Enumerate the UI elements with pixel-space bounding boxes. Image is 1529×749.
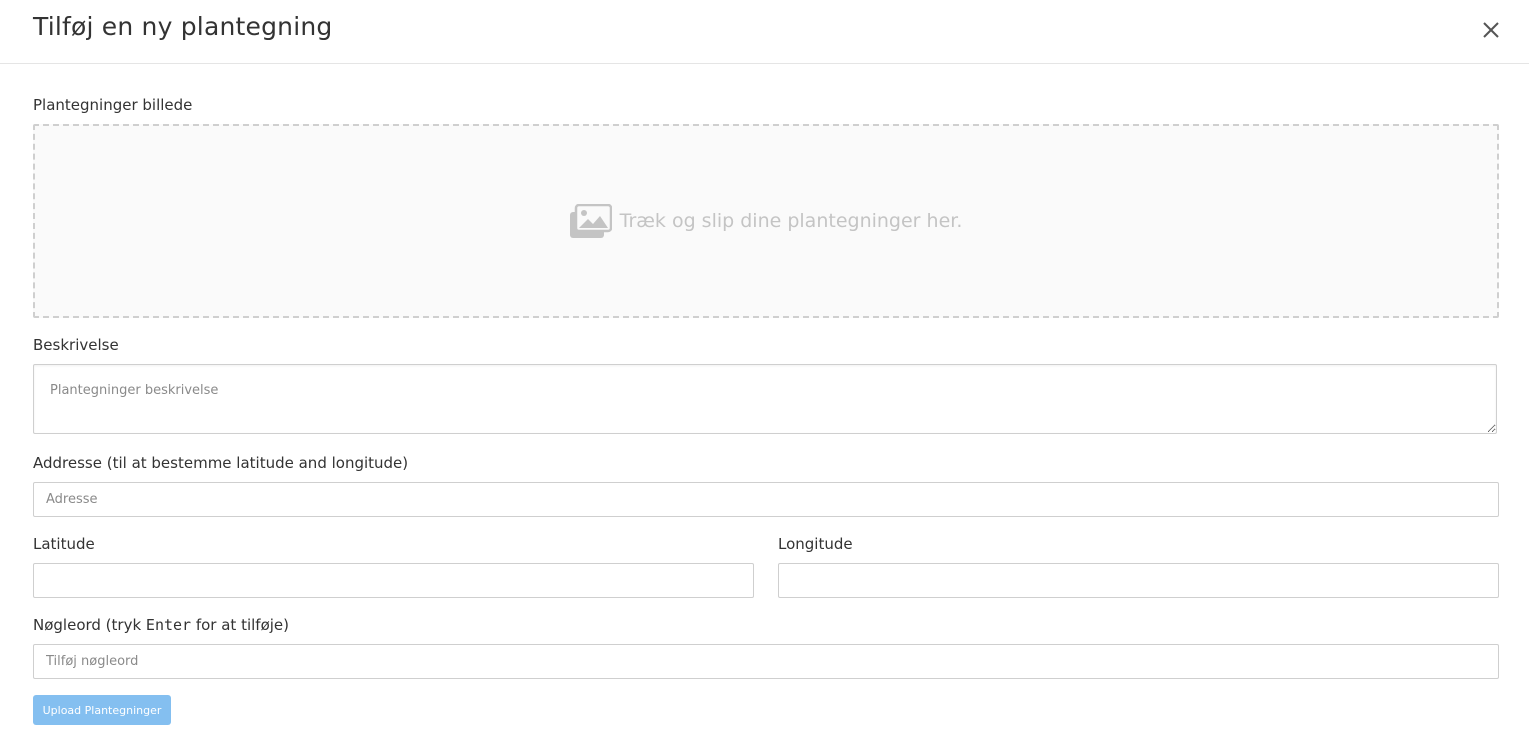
description-label: Beskrivelse bbox=[33, 336, 119, 354]
keywords-label-suffix: for at tilføje) bbox=[191, 616, 290, 634]
images-icon bbox=[569, 204, 612, 238]
longitude-input[interactable] bbox=[778, 563, 1499, 598]
enter-key-hint: Enter bbox=[145, 616, 192, 634]
address-label: Addresse (til at bestemme latitude and l… bbox=[33, 454, 409, 472]
upload-button[interactable]: Upload Plantegninger bbox=[33, 695, 171, 725]
floorplan-dropzone[interactable]: Træk og slip dine plantegninger her. bbox=[33, 124, 1499, 318]
description-textarea[interactable] bbox=[33, 364, 1497, 434]
latitude-label: Latitude bbox=[33, 535, 95, 553]
dropzone-content: Træk og slip dine plantegninger her. bbox=[569, 204, 963, 238]
dropzone-text: Træk og slip dine plantegninger her. bbox=[619, 210, 963, 232]
modal-header: Tilføj en ny plantegning bbox=[0, 0, 1529, 64]
keywords-input[interactable] bbox=[33, 644, 1499, 679]
keywords-label-prefix: Nøgleord (tryk bbox=[33, 616, 146, 634]
address-input[interactable] bbox=[33, 482, 1499, 517]
latitude-input[interactable] bbox=[33, 563, 754, 598]
keywords-label: Nøgleord (tryk Enter for at tilføje) bbox=[33, 616, 289, 634]
modal-title: Tilføj en ny plantegning bbox=[33, 12, 333, 41]
longitude-label: Longitude bbox=[778, 535, 853, 553]
image-label: Plantegninger billede bbox=[33, 96, 193, 114]
close-button[interactable] bbox=[1480, 19, 1502, 41]
close-icon bbox=[1483, 22, 1499, 38]
